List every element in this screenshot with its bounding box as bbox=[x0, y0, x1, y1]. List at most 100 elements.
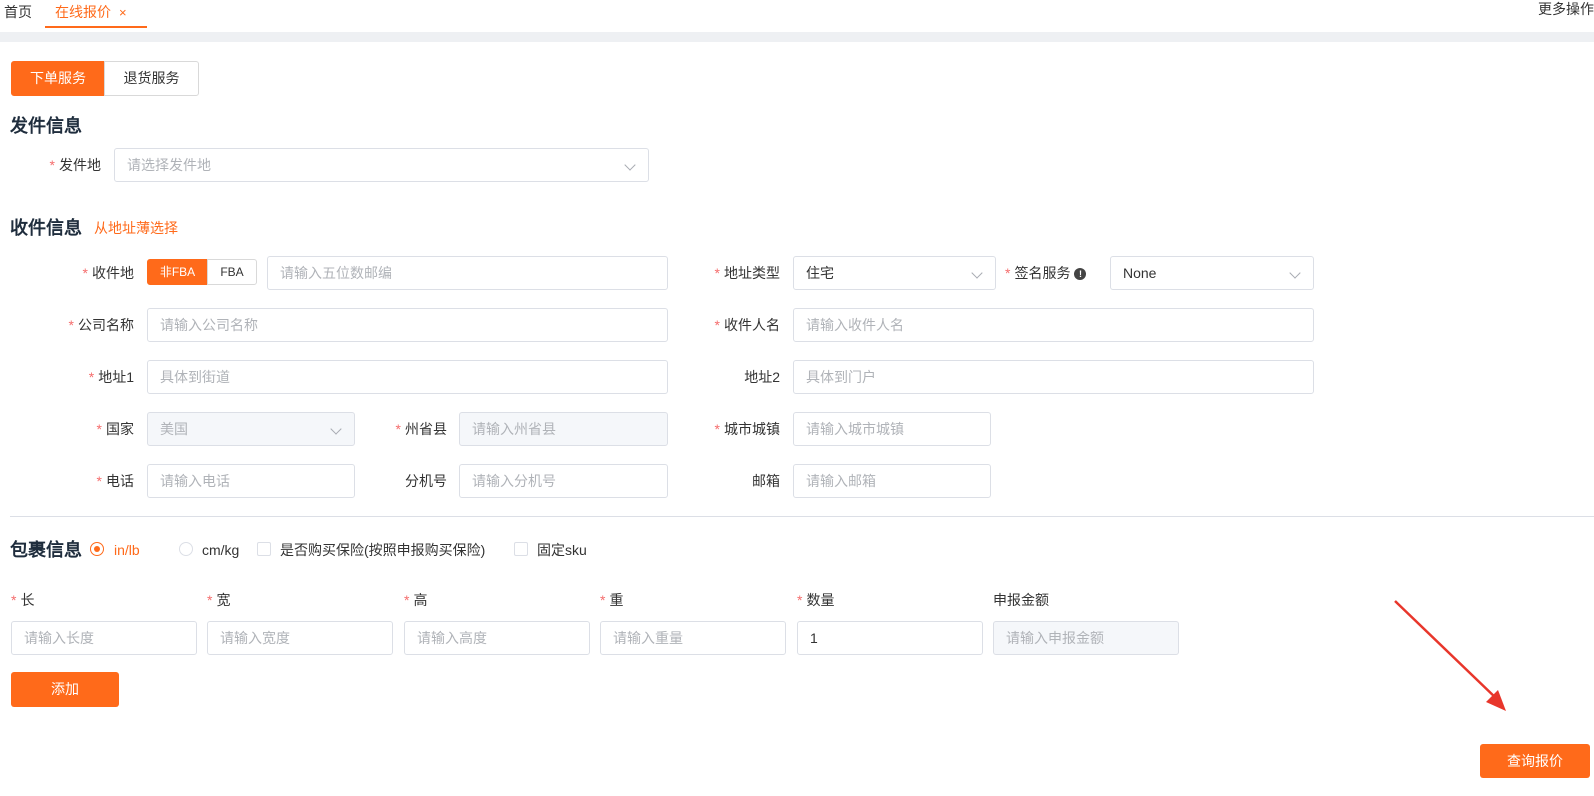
query-quote-button[interactable]: 查询报价 bbox=[1480, 744, 1590, 778]
required-mark: * bbox=[11, 592, 17, 608]
address1-input[interactable] bbox=[147, 360, 668, 394]
chevron-down-icon bbox=[971, 267, 983, 279]
annotation-arrow-icon bbox=[1394, 600, 1506, 711]
origin-select[interactable]: 请选择发件地 bbox=[114, 148, 649, 182]
width-input[interactable] bbox=[207, 621, 393, 655]
fba-toggle[interactable]: FBA bbox=[207, 259, 257, 285]
required-mark: * bbox=[395, 421, 401, 437]
tab-online-quote[interactable]: 在线报价 × bbox=[45, 0, 147, 28]
height-label: * 高 bbox=[404, 590, 427, 610]
chevron-down-icon bbox=[624, 159, 636, 171]
phone-label-text: 电话 bbox=[106, 473, 134, 489]
address2-label: 地址2 bbox=[744, 369, 780, 385]
signature-label-text: 签名服务 bbox=[1014, 265, 1071, 281]
insurance-checkbox[interactable] bbox=[257, 542, 271, 556]
address1-label: * 地址1 bbox=[40, 360, 134, 394]
order-service-button[interactable]: 下单服务 bbox=[11, 61, 105, 96]
close-icon[interactable]: × bbox=[119, 5, 127, 20]
country-select[interactable]: 美国 bbox=[147, 412, 355, 446]
height-label-text: 高 bbox=[413, 592, 428, 608]
insurance-label[interactable]: 是否购买保险(按照申报购买保险) bbox=[280, 540, 485, 560]
width-label-text: 宽 bbox=[216, 592, 231, 608]
required-mark: * bbox=[797, 592, 803, 608]
address1-label-text: 地址1 bbox=[98, 369, 134, 385]
unit-cmkg-label[interactable]: cm/kg bbox=[202, 540, 239, 560]
origin-label-text: 发件地 bbox=[59, 157, 101, 173]
ext-input[interactable] bbox=[459, 464, 668, 498]
city-label: * 城市城镇 bbox=[680, 412, 780, 446]
recipient-input[interactable] bbox=[793, 308, 1314, 342]
non-fba-toggle[interactable]: 非FBA bbox=[147, 259, 208, 285]
weight-label-text: 重 bbox=[609, 592, 624, 608]
country-label-text: 国家 bbox=[106, 421, 134, 437]
quantity-label-text: 数量 bbox=[806, 592, 835, 608]
quantity-input[interactable] bbox=[797, 621, 983, 655]
more-operations-button[interactable]: 更多操作 bbox=[1538, 0, 1594, 18]
address-type-select[interactable]: 住宅 bbox=[793, 256, 996, 290]
company-input[interactable] bbox=[147, 308, 668, 342]
address-type-label-text: 地址类型 bbox=[724, 265, 780, 281]
address-type-value: 住宅 bbox=[806, 265, 834, 281]
sender-section-title: 发件信息 bbox=[10, 116, 82, 136]
address2-input[interactable] bbox=[793, 360, 1314, 394]
unit-cmkg-radio[interactable] bbox=[179, 542, 193, 556]
required-mark: * bbox=[404, 592, 410, 608]
height-input[interactable] bbox=[404, 621, 590, 655]
quantity-label: * 数量 bbox=[797, 590, 834, 610]
section-divider bbox=[10, 516, 1594, 517]
email-label: 邮箱 bbox=[752, 473, 780, 489]
declared-amount-input[interactable] bbox=[993, 621, 1179, 655]
fixed-sku-label[interactable]: 固定sku bbox=[537, 540, 587, 560]
city-label-text: 城市城镇 bbox=[724, 421, 780, 437]
info-icon[interactable]: ! bbox=[1074, 268, 1087, 280]
state-label: * 州省县 bbox=[360, 412, 447, 446]
required-mark: * bbox=[88, 369, 95, 385]
return-service-button[interactable]: 退货服务 bbox=[104, 61, 199, 96]
receiver-section-title: 收件信息 bbox=[10, 218, 82, 238]
phone-input[interactable] bbox=[147, 464, 355, 498]
width-label: * 宽 bbox=[207, 590, 230, 610]
chevron-down-icon bbox=[330, 423, 342, 435]
weight-input[interactable] bbox=[600, 621, 786, 655]
length-label: * 长 bbox=[11, 590, 34, 610]
city-input[interactable] bbox=[793, 412, 991, 446]
email-input[interactable] bbox=[793, 464, 991, 498]
required-mark: * bbox=[600, 592, 606, 608]
origin-label: * 发件地 bbox=[20, 148, 101, 182]
required-mark: * bbox=[68, 317, 74, 333]
package-section-title: 包裹信息 bbox=[10, 540, 82, 560]
required-mark: * bbox=[96, 473, 102, 489]
tab-online-quote-label: 在线报价 bbox=[55, 4, 111, 20]
recipient-label-text: 收件人名 bbox=[724, 317, 780, 333]
company-label: * 公司名称 bbox=[30, 308, 134, 342]
address-book-link[interactable]: 从地址薄选择 bbox=[94, 216, 178, 240]
country-value: 美国 bbox=[160, 421, 188, 437]
required-mark: * bbox=[714, 265, 720, 281]
declared-label: 申报金额 bbox=[993, 592, 1049, 608]
origin-select-placeholder: 请选择发件地 bbox=[127, 157, 211, 173]
signature-label: * 签名服务! bbox=[1005, 256, 1100, 290]
unit-inlb-label[interactable]: in/lb bbox=[114, 540, 140, 560]
tab-bar bbox=[0, 0, 1594, 32]
required-mark: * bbox=[714, 421, 720, 437]
address-type-label: * 地址类型 bbox=[690, 256, 780, 290]
tab-home[interactable]: 首页 bbox=[4, 0, 32, 28]
unit-inlb-radio[interactable] bbox=[90, 542, 104, 556]
country-label: * 国家 bbox=[40, 412, 134, 446]
length-input[interactable] bbox=[11, 621, 197, 655]
tab-divider-band bbox=[0, 32, 1594, 42]
fixed-sku-checkbox[interactable] bbox=[514, 542, 528, 556]
required-mark: * bbox=[1005, 265, 1011, 281]
signature-select[interactable]: None bbox=[1110, 256, 1314, 290]
recipient-label: * 收件人名 bbox=[680, 308, 780, 342]
required-mark: * bbox=[49, 157, 55, 173]
signature-value: None bbox=[1123, 265, 1157, 281]
add-button[interactable]: 添加 bbox=[11, 672, 119, 707]
dest-label-text: 收件地 bbox=[92, 265, 134, 281]
phone-label: * 电话 bbox=[40, 464, 134, 498]
required-mark: * bbox=[82, 265, 88, 281]
zip-input[interactable] bbox=[267, 256, 668, 290]
state-input[interactable] bbox=[459, 412, 668, 446]
dest-label: * 收件地 bbox=[40, 256, 134, 290]
state-label-text: 州省县 bbox=[405, 421, 447, 437]
